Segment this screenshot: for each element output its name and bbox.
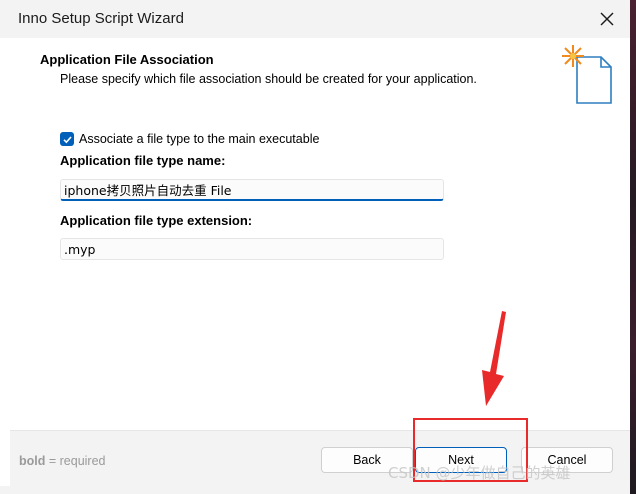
checkmark-icon xyxy=(62,135,72,143)
file-type-name-label: Application file type name: xyxy=(60,153,226,168)
window-title: Inno Setup Script Wizard xyxy=(18,10,184,27)
close-button[interactable] xyxy=(594,6,620,32)
watermark-text: CSDN @少年做自己的英雄 xyxy=(388,464,571,482)
page-subtitle: Please specify which file association sh… xyxy=(60,72,477,86)
close-icon xyxy=(600,12,614,26)
hint-bold: bold xyxy=(19,454,46,468)
file-type-extension-input[interactable] xyxy=(60,238,444,260)
required-hint: bold = required xyxy=(19,454,106,468)
wizard-window: Inno Setup Script Wizard Application Fil… xyxy=(0,0,630,494)
file-type-extension-label: Application file type extension: xyxy=(60,213,253,228)
checkbox-box[interactable] xyxy=(60,132,74,146)
desktop-background xyxy=(630,0,636,494)
window-bottom-edge xyxy=(0,486,630,494)
wizard-page: Application File Association Please spec… xyxy=(10,38,630,430)
new-file-wizard-icon xyxy=(562,45,612,104)
annotation-arrow-icon xyxy=(482,311,506,406)
hint-text: = required xyxy=(45,454,106,468)
associate-file-type-checkbox[interactable]: Associate a file type to the main execut… xyxy=(60,130,319,148)
file-type-name-input[interactable] xyxy=(60,179,444,201)
checkbox-label: Associate a file type to the main execut… xyxy=(79,132,320,146)
footer-divider xyxy=(10,430,630,431)
title-bar: Inno Setup Script Wizard xyxy=(0,0,630,38)
page-title: Application File Association xyxy=(40,52,214,67)
